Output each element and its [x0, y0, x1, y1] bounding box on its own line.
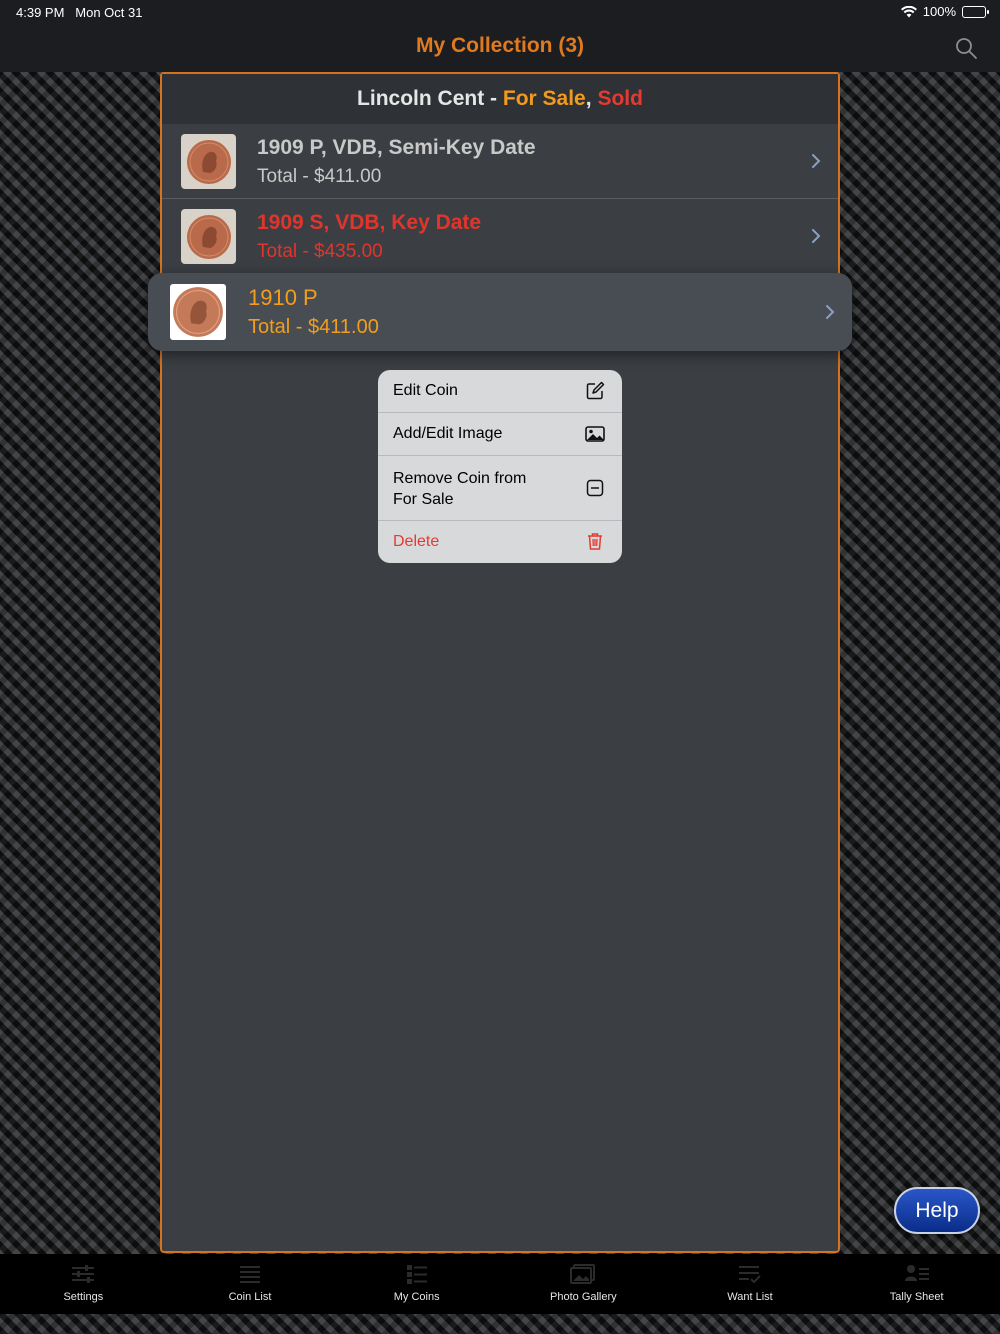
context-menu: Edit Coin Add/Edit Image Remove Coin fro…: [378, 370, 622, 563]
status-bar: 4:39 PM Mon Oct 31 100%: [0, 0, 1000, 24]
menu-item-edit-coin[interactable]: Edit Coin: [378, 370, 622, 413]
my-coins-icon: [406, 1265, 427, 1284]
status-right: 100%: [900, 4, 989, 19]
header-sold: Sold: [597, 87, 643, 110]
menu-item-label: Remove Coin from For Sale: [393, 470, 527, 508]
header-prefix: Lincoln Cent -: [357, 87, 503, 110]
battery-percent: 100%: [922, 4, 956, 19]
search-icon[interactable]: [954, 36, 978, 60]
coin-row[interactable]: 1909 S, VDB, Key Date Total - $435.00: [162, 199, 838, 274]
status-date-text: Mon Oct 31: [75, 5, 143, 20]
coin-row[interactable]: 1909 P, VDB, Semi-Key Date Total - $411.…: [162, 124, 838, 199]
chevron-right-icon: [826, 305, 835, 319]
nav-bar: My Collection (3): [0, 24, 1000, 72]
tab-coin-list[interactable]: Coin List: [167, 1254, 334, 1314]
photo-gallery-icon: [570, 1264, 596, 1284]
tab-my-coins[interactable]: My Coins: [333, 1254, 500, 1314]
collection-panel: Lincoln Cent - For Sale, Sold 1909 P, VD…: [160, 72, 840, 1253]
status-time: 4:39 PM Mon Oct 31: [16, 5, 142, 20]
tab-label: Want List: [727, 1291, 773, 1303]
tab-label: My Coins: [393, 1291, 440, 1303]
menu-item-delete[interactable]: Delete: [378, 521, 622, 563]
tab-tally-sheet[interactable]: Tally Sheet: [833, 1254, 1000, 1314]
page-title: My Collection (3): [415, 34, 584, 57]
tab-label: Settings: [63, 1291, 104, 1303]
section-header: Lincoln Cent - For Sale, Sold: [162, 74, 838, 124]
menu-item-remove-from-for-sale[interactable]: Remove Coin from For Sale: [378, 456, 622, 521]
coin-title: 1909 S, VDB, Key Date: [257, 211, 482, 234]
penny-icon: [173, 287, 223, 337]
help-button[interactable]: Help: [894, 1187, 980, 1234]
list-icon: [240, 1266, 260, 1283]
header-for-sale: For Sale: [502, 87, 586, 110]
tab-settings[interactable]: Settings: [0, 1254, 167, 1314]
tab-photo-gallery[interactable]: Photo Gallery: [500, 1254, 667, 1314]
tab-label: Coin List: [228, 1291, 272, 1303]
chevron-right-icon: [812, 229, 821, 243]
coin-thumbnail: [181, 134, 236, 189]
status-time-text: 4:39 PM: [16, 5, 65, 20]
coin-total: Total - $411.00: [248, 316, 379, 338]
trash-icon: [588, 533, 602, 550]
penny-icon: [186, 214, 231, 259]
sliders-icon: [72, 1265, 95, 1283]
coin-title: 1909 P, VDB, Semi-Key Date: [257, 136, 536, 159]
coin-total: Total - $411.00: [257, 166, 382, 187]
tab-bar: Settings Coin List My Coins Photo Galler…: [0, 1254, 1000, 1314]
tally-sheet-icon: [904, 1265, 929, 1281]
wifi-icon: [900, 5, 917, 17]
coin-thumbnail: [181, 209, 236, 264]
tab-want-list[interactable]: Want List: [667, 1254, 834, 1314]
coin-title: 1910 P: [248, 285, 318, 310]
edit-icon: [586, 381, 605, 400]
minus-square-icon: [586, 479, 604, 497]
chevron-right-icon: [812, 154, 821, 168]
tab-label: Photo Gallery: [550, 1291, 617, 1303]
image-icon: [585, 426, 605, 442]
penny-icon: [186, 139, 231, 184]
selected-coin-row[interactable]: 1910 P Total - $411.00: [148, 273, 852, 351]
coin-total: Total - $435.00: [257, 241, 383, 262]
coin-thumbnail: [170, 284, 226, 340]
want-list-icon: [739, 1266, 761, 1284]
header-comma: ,: [585, 87, 592, 110]
menu-item-add-edit-image[interactable]: Add/Edit Image: [378, 413, 622, 456]
battery-icon: [962, 5, 989, 18]
tab-label: Tally Sheet: [889, 1291, 944, 1303]
